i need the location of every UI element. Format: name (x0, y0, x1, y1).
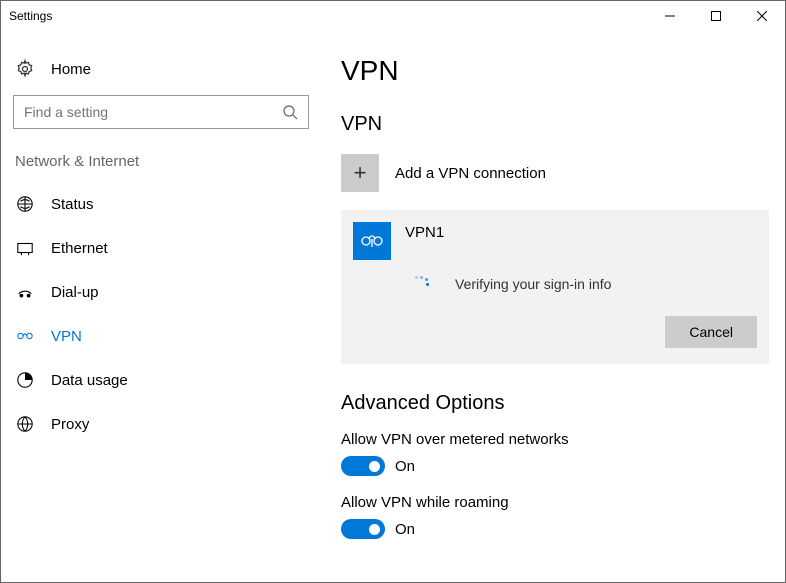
proxy-icon (15, 414, 35, 434)
vpn-icon (15, 326, 35, 346)
sidebar: Home Network & Internet Status Ethernet … (1, 31, 321, 582)
search-icon (282, 104, 298, 120)
search-box[interactable] (13, 95, 309, 129)
vpn-status-row: Verifying your sign-in info (413, 276, 757, 292)
titlebar: Settings (1, 1, 785, 31)
search-input[interactable] (24, 104, 282, 120)
cancel-button[interactable]: Cancel (665, 316, 757, 348)
sidebar-item-label: Ethernet (51, 240, 108, 257)
advanced-options-title: Advanced Options (341, 392, 769, 415)
sidebar-item-datausage[interactable]: Data usage (11, 358, 311, 402)
vpn-connection-icon (353, 222, 391, 260)
category-header: Network & Internet (11, 153, 311, 182)
sidebar-item-label: Dial-up (51, 284, 99, 301)
maximize-icon (711, 11, 721, 21)
sidebar-item-label: Status (51, 196, 94, 213)
setting-metered-label: Allow VPN over metered networks (341, 431, 769, 448)
vpn-connection-card[interactable]: VPN1 Verifying your sign-in info Cancel (341, 210, 769, 364)
status-icon (15, 194, 35, 214)
toggle-roaming-state: On (395, 521, 415, 538)
close-icon (757, 11, 767, 21)
setting-roaming-label: Allow VPN while roaming (341, 494, 769, 511)
add-vpn-button[interactable]: + Add a VPN connection (341, 152, 769, 194)
sidebar-item-ethernet[interactable]: Ethernet (11, 226, 311, 270)
toggle-roaming[interactable] (341, 519, 385, 539)
dialup-icon (15, 282, 35, 302)
toggle-metered[interactable] (341, 456, 385, 476)
gear-icon (15, 59, 35, 79)
sidebar-item-vpn[interactable]: VPN (11, 314, 311, 358)
add-vpn-label: Add a VPN connection (395, 165, 546, 182)
close-button[interactable] (739, 1, 785, 31)
spinner-icon (413, 276, 429, 292)
home-nav[interactable]: Home (11, 51, 311, 95)
sidebar-item-proxy[interactable]: Proxy (11, 402, 311, 446)
ethernet-icon (15, 238, 35, 258)
minimize-icon (665, 11, 675, 21)
vpn-status-text: Verifying your sign-in info (455, 276, 611, 292)
sidebar-item-label: VPN (51, 328, 82, 345)
sidebar-item-status[interactable]: Status (11, 182, 311, 226)
window-title: Settings (9, 9, 647, 23)
datausage-icon (15, 370, 35, 390)
toggle-metered-state: On (395, 458, 415, 475)
sidebar-item-label: Proxy (51, 416, 89, 433)
home-label: Home (51, 61, 91, 78)
maximize-button[interactable] (693, 1, 739, 31)
main-panel: VPN VPN + Add a VPN connection VPN1 Ver (321, 31, 785, 582)
vpn-connection-name: VPN1 (405, 224, 444, 241)
page-title: VPN (341, 55, 769, 87)
minimize-button[interactable] (647, 1, 693, 31)
sidebar-item-label: Data usage (51, 372, 128, 389)
plus-icon: + (341, 154, 379, 192)
sidebar-item-dialup[interactable]: Dial-up (11, 270, 311, 314)
section-title: VPN (341, 113, 769, 136)
